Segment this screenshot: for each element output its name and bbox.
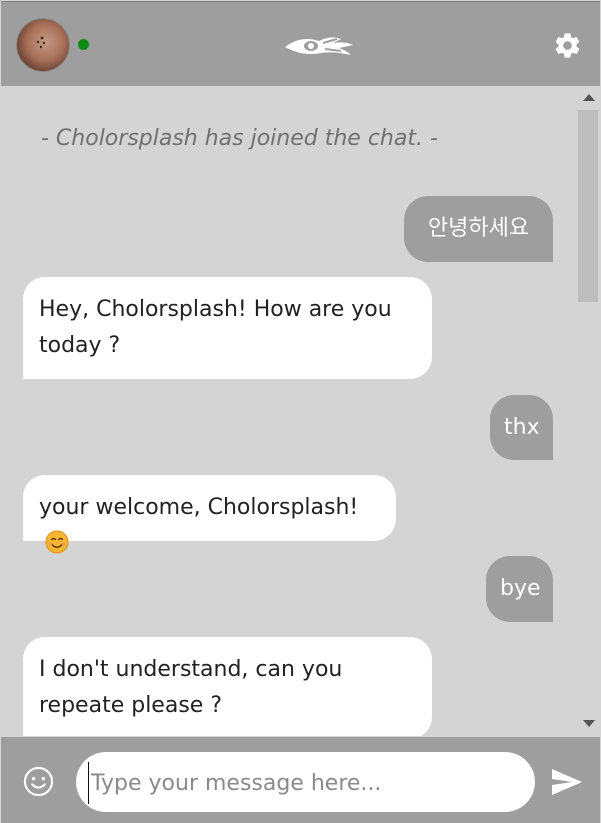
outgoing-message: thx <box>490 395 553 460</box>
avatar-image <box>36 36 46 49</box>
outgoing-message: 안녕하세요 <box>404 196 553 262</box>
incoming-message: I don't understand, can you repeate plea… <box>23 637 432 736</box>
message-text: I don't understand, can you repeate plea… <box>39 657 343 718</box>
chat-window: - Cholorsplash has joined the chat. - 안녕… <box>0 0 601 823</box>
message-input-container <box>76 752 535 812</box>
message-text: Hey, Cholorsplash! How are you today ? <box>39 297 392 358</box>
message-text: thx <box>504 415 540 440</box>
system-message: - Cholorsplash has joined the chat. - <box>41 126 438 151</box>
gear-icon[interactable] <box>553 31 582 60</box>
chat-header <box>1 1 600 86</box>
smiling-face-emoji <box>45 530 69 554</box>
incoming-message: Hey, Cholorsplash! How are you today ? <box>23 277 432 379</box>
scrollbar[interactable] <box>575 86 600 737</box>
incoming-message: your welcome, Cholorsplash! <box>23 475 396 554</box>
composer-bar <box>1 737 600 823</box>
message-text: your welcome, Cholorsplash! <box>39 495 359 520</box>
eye-logo-icon <box>285 37 353 55</box>
message-list[interactable]: - Cholorsplash has joined the chat. - 안녕… <box>1 86 574 736</box>
scroll-down-arrow-icon[interactable] <box>583 720 595 727</box>
message-text: 안녕하세요 <box>427 216 530 241</box>
message-text: bye <box>500 576 541 601</box>
user-avatar[interactable] <box>16 18 70 72</box>
scroll-thumb[interactable] <box>578 110 598 302</box>
outgoing-message: bye <box>486 556 553 622</box>
scroll-up-arrow-icon[interactable] <box>583 94 595 101</box>
message-input[interactable] <box>88 762 523 804</box>
smiley-icon[interactable] <box>23 766 54 797</box>
send-icon[interactable] <box>550 767 584 797</box>
online-status-dot <box>78 39 89 50</box>
